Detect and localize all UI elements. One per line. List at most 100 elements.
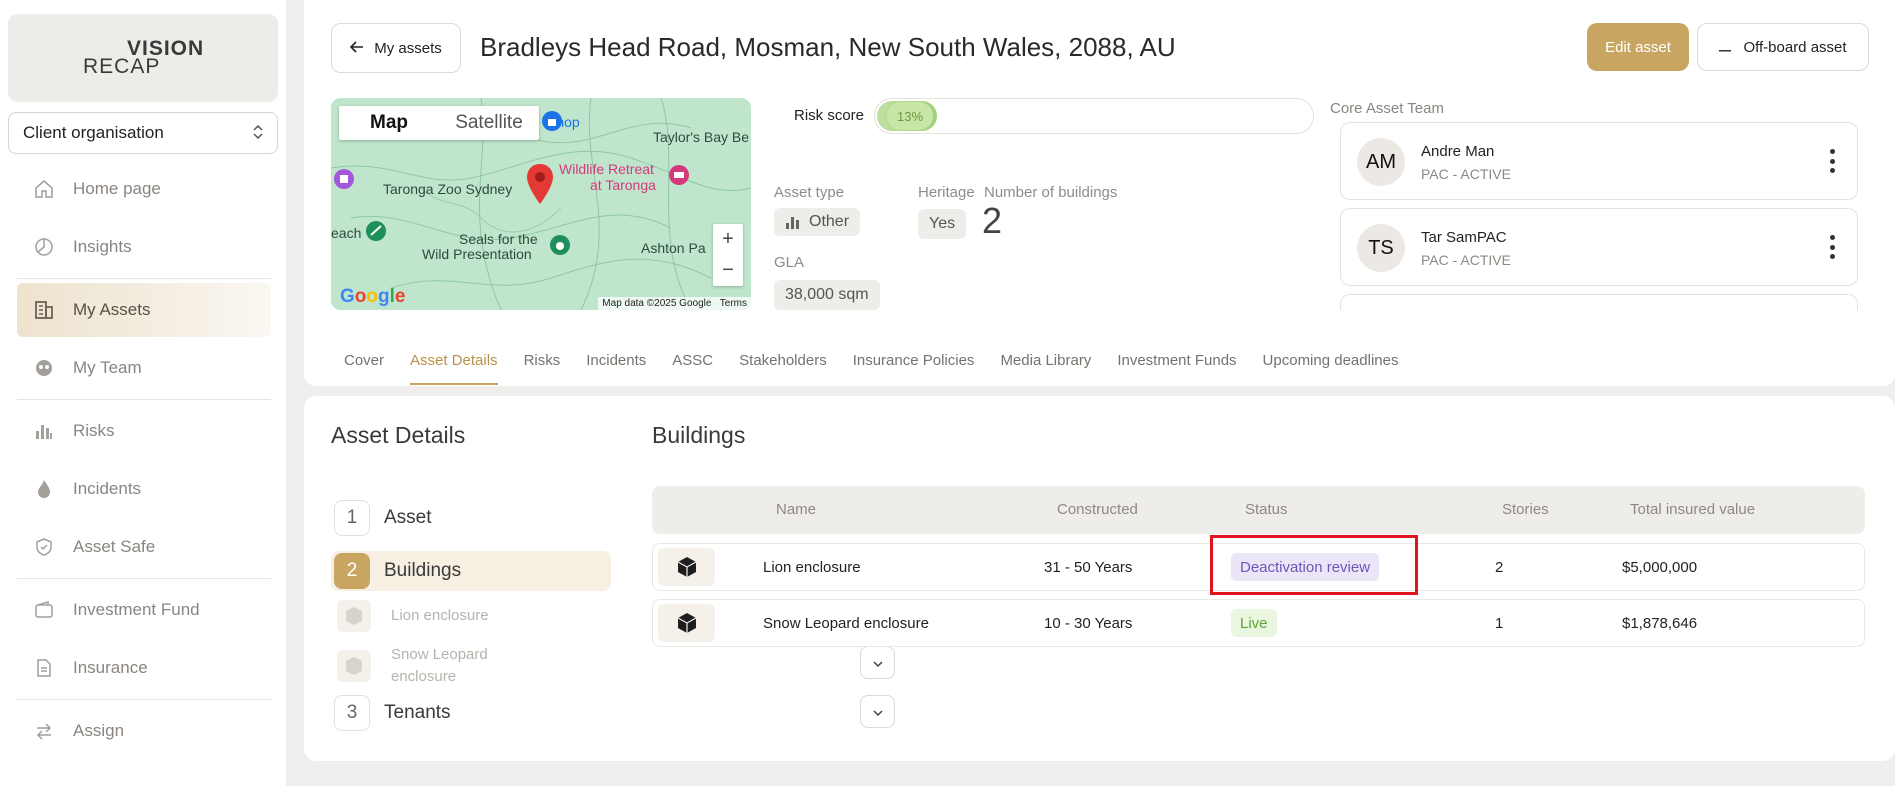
- tab-upcoming-deadlines[interactable]: Upcoming deadlines: [1263, 352, 1399, 379]
- more-options-icon[interactable]: [1829, 235, 1835, 259]
- tab-insurance-policies[interactable]: Insurance Policies: [853, 352, 975, 379]
- asset-header-card: My assets Bradleys Head Road, Mosman, Ne…: [304, 0, 1895, 386]
- sidebar-item-label: My Team: [73, 358, 142, 377]
- cell-total-insured-value: $5,000,000: [1622, 559, 1698, 576]
- location-marker-icon: [527, 164, 553, 209]
- asset-details-title: Asset Details: [331, 422, 466, 448]
- flame-icon: [33, 478, 55, 500]
- attraction-pin-icon: [668, 164, 690, 191]
- tab-asset-details[interactable]: Asset Details: [410, 352, 498, 385]
- map-label-ashton: Ashton Pa: [641, 240, 706, 256]
- organisation-select[interactable]: Client organisation: [8, 112, 278, 154]
- tab-investment-funds[interactable]: Investment Funds: [1117, 352, 1236, 379]
- off-board-asset-button[interactable]: Off-board asset: [1697, 23, 1869, 71]
- bar-chart-icon: [33, 420, 55, 442]
- back-to-assets-button[interactable]: My assets: [331, 23, 461, 73]
- sidebar-item-asset-safe[interactable]: Asset Safe: [17, 520, 271, 574]
- off-board-label: Off-board asset: [1743, 38, 1847, 56]
- more-options-icon[interactable]: [1829, 149, 1835, 173]
- step-number: 1: [334, 500, 370, 536]
- sidebar-item-insurance[interactable]: Insurance: [17, 641, 271, 695]
- nav-divider: [17, 278, 271, 279]
- expand-snow-leopard-enclosure-button[interactable]: [860, 646, 895, 679]
- logo-box[interactable]: VISION RECAP: [8, 14, 278, 102]
- sidebar-item-label: Investment Fund: [73, 600, 200, 619]
- column-header-status[interactable]: Status: [1245, 501, 1288, 518]
- building-cube-icon: [658, 604, 715, 642]
- building-cube-icon: [658, 548, 715, 586]
- sidebar-item-label: Insights: [73, 237, 132, 256]
- sub-item-label: Snow Leopard enclosure: [391, 646, 488, 685]
- gla-chip: 38,000 sqm: [774, 280, 880, 310]
- sidebar-item-label: Asset Safe: [73, 537, 156, 556]
- edit-asset-button[interactable]: Edit asset: [1587, 23, 1689, 71]
- sidebar-item-home[interactable]: Home page: [17, 162, 271, 216]
- member-role: PAC - ACTIVE: [1421, 252, 1511, 268]
- sidebar-item-risks[interactable]: Risks: [17, 404, 271, 458]
- sidebar-item-my-team[interactable]: My Team: [17, 341, 271, 395]
- expand-tenants-button[interactable]: [860, 695, 895, 728]
- chevron-down-icon: [872, 703, 883, 721]
- tab-assc[interactable]: ASSC: [672, 352, 713, 379]
- step-label: Asset: [384, 507, 432, 528]
- step-asset[interactable]: 1 Asset: [331, 498, 611, 538]
- risk-score-value: 13%: [887, 102, 933, 130]
- chevron-down-icon: [872, 654, 883, 672]
- sidebar-item-incidents[interactable]: Incidents: [17, 462, 271, 516]
- column-header-constructed[interactable]: Constructed: [1057, 501, 1138, 518]
- minus-icon: [1719, 39, 1732, 56]
- cell-stories: 2: [1495, 559, 1504, 576]
- member-name: Tar SamPAC: [1421, 229, 1507, 246]
- location-map[interactable]: Map Satellite Shop Taylor's Bay Be Wildl…: [331, 98, 751, 310]
- team-icon: [33, 357, 55, 379]
- zoom-in-button[interactable]: +: [722, 228, 734, 251]
- sidebar-item-assign[interactable]: Assign: [17, 704, 271, 758]
- core-asset-team-list[interactable]: AM Andre Man PAC - ACTIVE TS Tar SamPAC …: [1340, 122, 1858, 310]
- sub-item-lion-enclosure[interactable]: Lion enclosure: [337, 600, 489, 632]
- document-icon: [33, 657, 55, 679]
- table-row[interactable]: Lion enclosure 31 - 50 Years Deactivatio…: [652, 543, 1865, 591]
- satellite-tab[interactable]: Satellite: [439, 112, 539, 134]
- map-label-taylors-bay: Taylor's Bay Be: [653, 129, 750, 145]
- step-tenants[interactable]: 3 Tenants: [331, 693, 611, 733]
- heritage-chip: Yes: [918, 209, 967, 239]
- column-header-name[interactable]: Name: [776, 501, 816, 518]
- home-icon: [33, 178, 55, 200]
- building-type-icon: [785, 215, 801, 229]
- map-label-wildlife: Wildlife Retreat: [559, 161, 654, 177]
- building-cube-icon: [337, 650, 371, 682]
- column-header-total-insured-value[interactable]: Total insured value: [1630, 501, 1755, 518]
- tab-cover[interactable]: Cover: [344, 352, 384, 379]
- map-label-taronga: at Taronga: [590, 177, 656, 193]
- sidebar-item-my-assets[interactable]: My Assets: [17, 283, 271, 337]
- cell-name: Lion enclosure: [763, 559, 861, 576]
- sub-item-snow-leopard-enclosure[interactable]: Snow Leopard enclosure: [337, 644, 501, 688]
- tab-incidents[interactable]: Incidents: [586, 352, 646, 379]
- map-attribution: Map data ©2025 Google Terms: [598, 297, 751, 310]
- sub-item-label: Lion enclosure: [391, 607, 489, 624]
- number-of-buildings-label: Number of buildings: [984, 184, 1118, 201]
- sidebar-item-insights[interactable]: Insights: [17, 220, 271, 274]
- map-label-seals-1: Seals for the: [459, 231, 538, 247]
- asset-tabs: Cover Asset Details Risks Incidents ASSC…: [344, 352, 1399, 385]
- map-zoom-control: + −: [713, 224, 743, 286]
- sidebar-item-investment-fund[interactable]: Investment Fund: [17, 583, 271, 637]
- avatar: AM: [1357, 138, 1405, 186]
- tab-risks[interactable]: Risks: [524, 352, 561, 379]
- column-header-stories[interactable]: Stories: [1502, 501, 1549, 518]
- team-member-card: AM Andre Man PAC - ACTIVE: [1340, 122, 1858, 200]
- park-pin-icon: [365, 220, 387, 247]
- building-icon: [33, 299, 55, 321]
- tab-stakeholders[interactable]: Stakeholders: [739, 352, 827, 379]
- sidebar-nav: Home page Insights My Assets My Team Ris…: [17, 162, 271, 762]
- nav-divider: [17, 399, 271, 400]
- map-terms-link[interactable]: Terms: [720, 298, 747, 309]
- back-button-label: My assets: [374, 39, 442, 57]
- zoom-out-button[interactable]: −: [722, 259, 734, 282]
- step-buildings[interactable]: 2 Buildings: [331, 551, 611, 591]
- tab-media-library[interactable]: Media Library: [1000, 352, 1091, 379]
- map-tab[interactable]: Map: [339, 112, 439, 134]
- team-member-card: [1340, 294, 1858, 310]
- organisation-select-value: Client organisation: [23, 123, 164, 142]
- table-row[interactable]: Snow Leopard enclosure 10 - 30 Years Liv…: [652, 599, 1865, 647]
